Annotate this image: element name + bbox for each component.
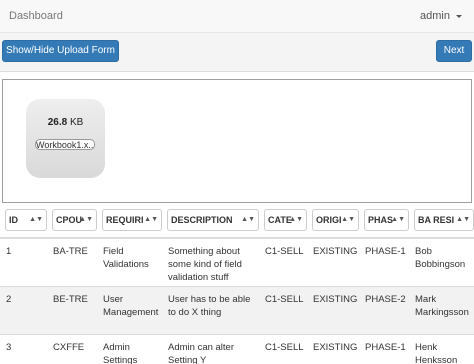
sort-icon: ▲▼ bbox=[144, 216, 158, 223]
column-header-label: CPOU bbox=[56, 215, 83, 225]
sort-icon: ▲▼ bbox=[391, 216, 405, 223]
file-size: 26.8 KB bbox=[26, 117, 105, 128]
toggle-upload-form-button[interactable]: Show/Hide Upload Form bbox=[2, 40, 119, 62]
table-row[interactable]: 1 BA-TRE Field Validations Something abo… bbox=[0, 237, 474, 286]
cell-cpou: BE-TRE bbox=[47, 285, 97, 334]
cell-phase: PHASE-1 bbox=[359, 237, 409, 286]
upload-dropzone[interactable]: 26.8 KB Workbook1.x... bbox=[2, 79, 472, 203]
sort-icon: ▲▼ bbox=[341, 216, 355, 223]
sort-icon: ▲▼ bbox=[241, 216, 255, 223]
cell-ba-resource: Mark Markingsson bbox=[409, 285, 474, 334]
cell-phase: PHASE-1 bbox=[359, 333, 409, 364]
cell-description: Something about some kind of field valid… bbox=[162, 237, 259, 286]
column-header-cpou[interactable]: CPOU ▲▼ bbox=[47, 203, 97, 239]
file-name: Workbook1.x... bbox=[35, 139, 95, 150]
cell-origin: EXISTING bbox=[307, 333, 359, 364]
toolbar: Show/Hide Upload Form Next bbox=[0, 33, 474, 72]
requirements-table: ID ▲▼ CPOU ▲▼ REQUIRI ▲▼ DESCRIPTION ▲▼ CATE… bbox=[0, 203, 474, 364]
column-header-label: DESCRIPTION bbox=[171, 215, 233, 225]
cell-id: 1 bbox=[0, 237, 47, 286]
cell-category: C1-SELL bbox=[259, 333, 307, 364]
cell-requirement: Field Validations bbox=[97, 237, 162, 286]
table-row[interactable]: 3 CXFFE Admin Settings Admin can alter S… bbox=[0, 333, 474, 364]
column-header-label: ORIGI bbox=[316, 215, 342, 225]
cell-cpou: CXFFE bbox=[47, 333, 97, 364]
file-preview[interactable]: 26.8 KB Workbook1.x... bbox=[26, 99, 105, 178]
cell-phase: PHASE-2 bbox=[359, 285, 409, 334]
column-header-id[interactable]: ID ▲▼ bbox=[0, 203, 47, 239]
next-button[interactable]: Next bbox=[436, 40, 472, 62]
column-header-description[interactable]: DESCRIPTION ▲▼ bbox=[162, 203, 259, 239]
column-header-ba-resource[interactable]: BA RESI ▲▼ bbox=[409, 203, 474, 239]
table-row[interactable]: 2 BE-TRE User Management User has to be … bbox=[0, 285, 474, 334]
sort-icon: ▲▼ bbox=[289, 216, 303, 223]
sort-icon: ▲▼ bbox=[79, 216, 93, 223]
cell-cpou: BA-TRE bbox=[47, 237, 97, 286]
column-header-label: BA RESI bbox=[418, 215, 455, 225]
cell-description: User has to be able to do X thing bbox=[162, 285, 259, 334]
table-header-row: ID ▲▼ CPOU ▲▼ REQUIRI ▲▼ DESCRIPTION ▲▼ CATE… bbox=[0, 203, 474, 239]
cell-origin: EXISTING bbox=[307, 237, 359, 286]
column-header-label: REQUIRI bbox=[106, 215, 144, 225]
column-header-category[interactable]: CATE ▲▼ bbox=[259, 203, 307, 239]
file-size-value: 26.8 bbox=[47, 117, 68, 128]
column-header-label: ID bbox=[9, 215, 18, 225]
cell-ba-resource: Henk Henksson bbox=[409, 333, 474, 364]
sort-icon: ▲▼ bbox=[456, 216, 470, 223]
column-header-label: PHAS bbox=[368, 215, 394, 225]
requirements-table-container: ID ▲▼ CPOU ▲▼ REQUIRI ▲▼ DESCRIPTION ▲▼ CATE… bbox=[0, 203, 474, 364]
user-menu[interactable]: admin bbox=[420, 10, 462, 22]
sort-icon: ▲▼ bbox=[29, 216, 43, 223]
cell-description: Admin can alter Setting Y bbox=[162, 333, 259, 364]
brand-link[interactable]: Dashboard bbox=[9, 10, 63, 22]
column-header-origin[interactable]: ORIGI ▲▼ bbox=[307, 203, 359, 239]
caret-down-icon bbox=[456, 14, 462, 18]
cell-id: 3 bbox=[0, 333, 47, 364]
cell-requirement: Admin Settings bbox=[97, 333, 162, 364]
column-header-requirement[interactable]: REQUIRI ▲▼ bbox=[97, 203, 162, 239]
user-name: admin bbox=[420, 10, 450, 22]
cell-category: C1-SELL bbox=[259, 237, 307, 286]
file-size-unit: KB bbox=[69, 117, 84, 128]
cell-category: C1-SELL bbox=[259, 285, 307, 334]
cell-id: 2 bbox=[0, 285, 47, 334]
navbar: Dashboard admin bbox=[0, 0, 474, 33]
cell-origin: EXISTING bbox=[307, 285, 359, 334]
column-header-phase[interactable]: PHAS ▲▼ bbox=[359, 203, 409, 239]
cell-requirement: User Management bbox=[97, 285, 162, 334]
cell-ba-resource: Bob Bobbingson bbox=[409, 237, 474, 286]
